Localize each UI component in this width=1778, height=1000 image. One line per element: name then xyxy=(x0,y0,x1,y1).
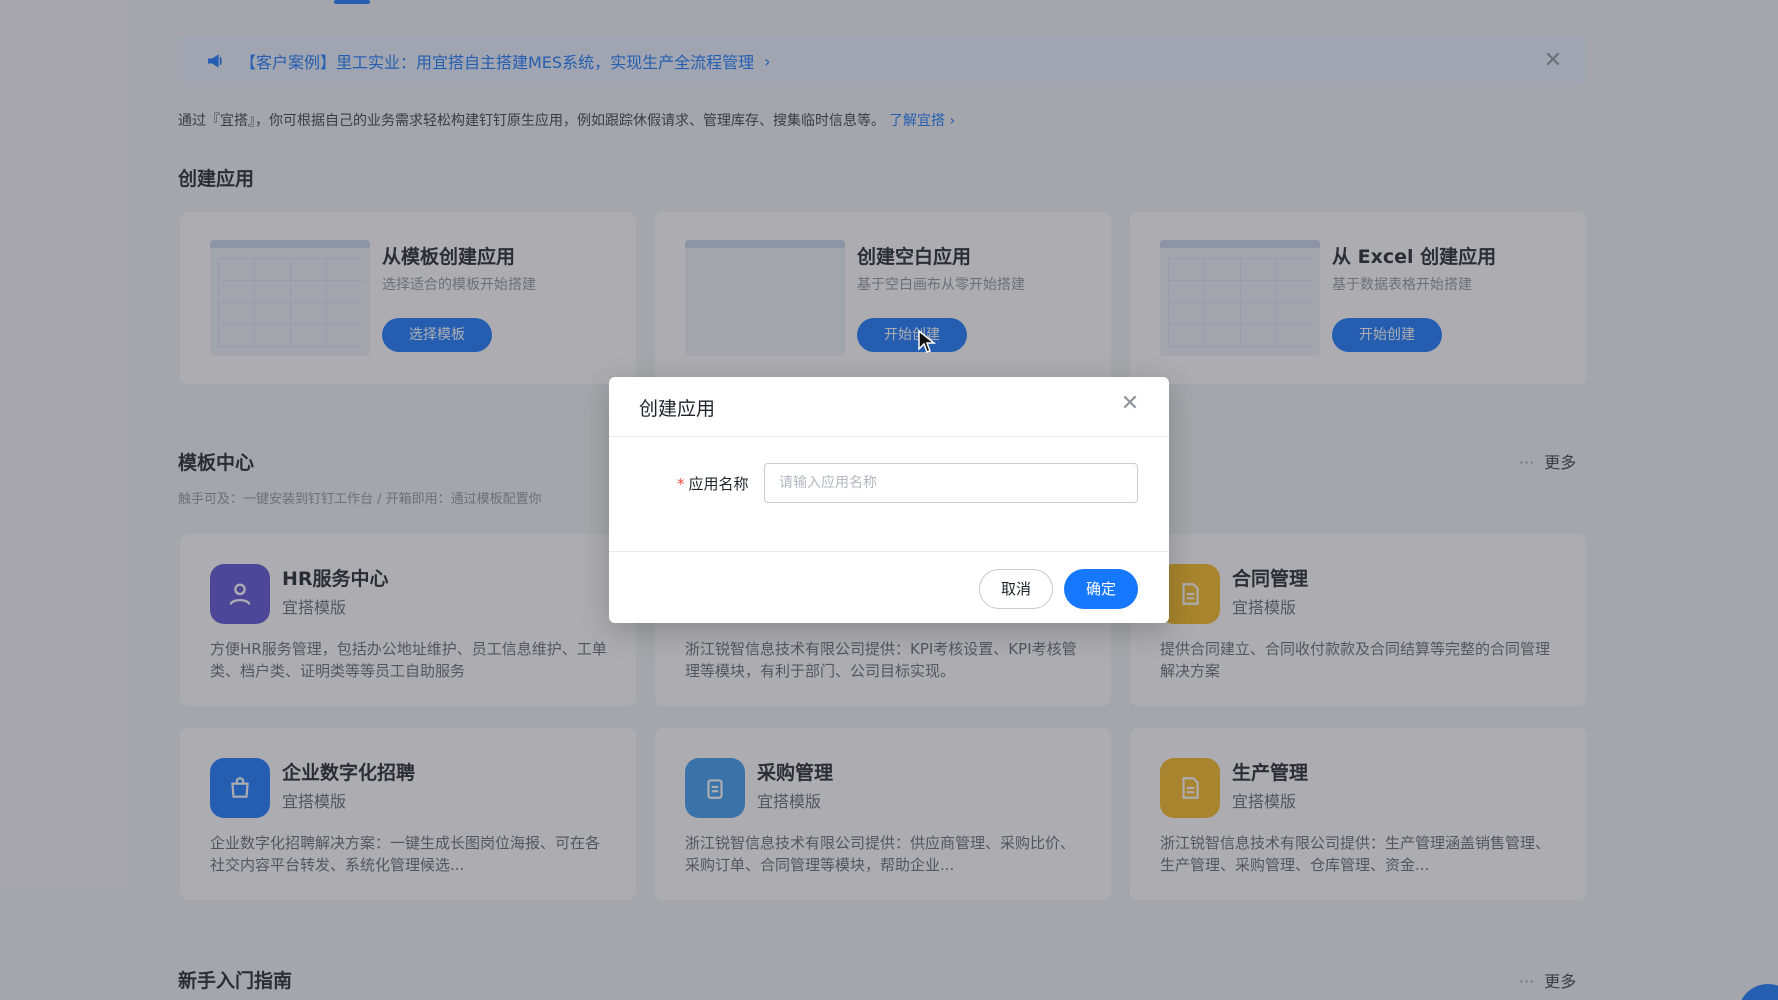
app-name-input[interactable] xyxy=(764,463,1138,503)
confirm-button[interactable]: 确定 xyxy=(1064,569,1138,609)
mouse-cursor-icon xyxy=(918,330,936,353)
dialog-header: 创建应用 ✕ xyxy=(609,377,1169,437)
cancel-button[interactable]: 取消 xyxy=(979,569,1053,609)
required-mark: * xyxy=(677,475,685,493)
app-name-label: * 应用名称 xyxy=(677,473,749,494)
dialog-divider xyxy=(609,551,1169,552)
dialog-title: 创建应用 xyxy=(639,398,716,420)
create-app-dialog: 创建应用 ✕ *应用名称 取消 确定 xyxy=(609,377,1169,623)
label-text: 应用名称 xyxy=(688,475,749,493)
close-icon[interactable]: ✕ xyxy=(1119,393,1141,415)
